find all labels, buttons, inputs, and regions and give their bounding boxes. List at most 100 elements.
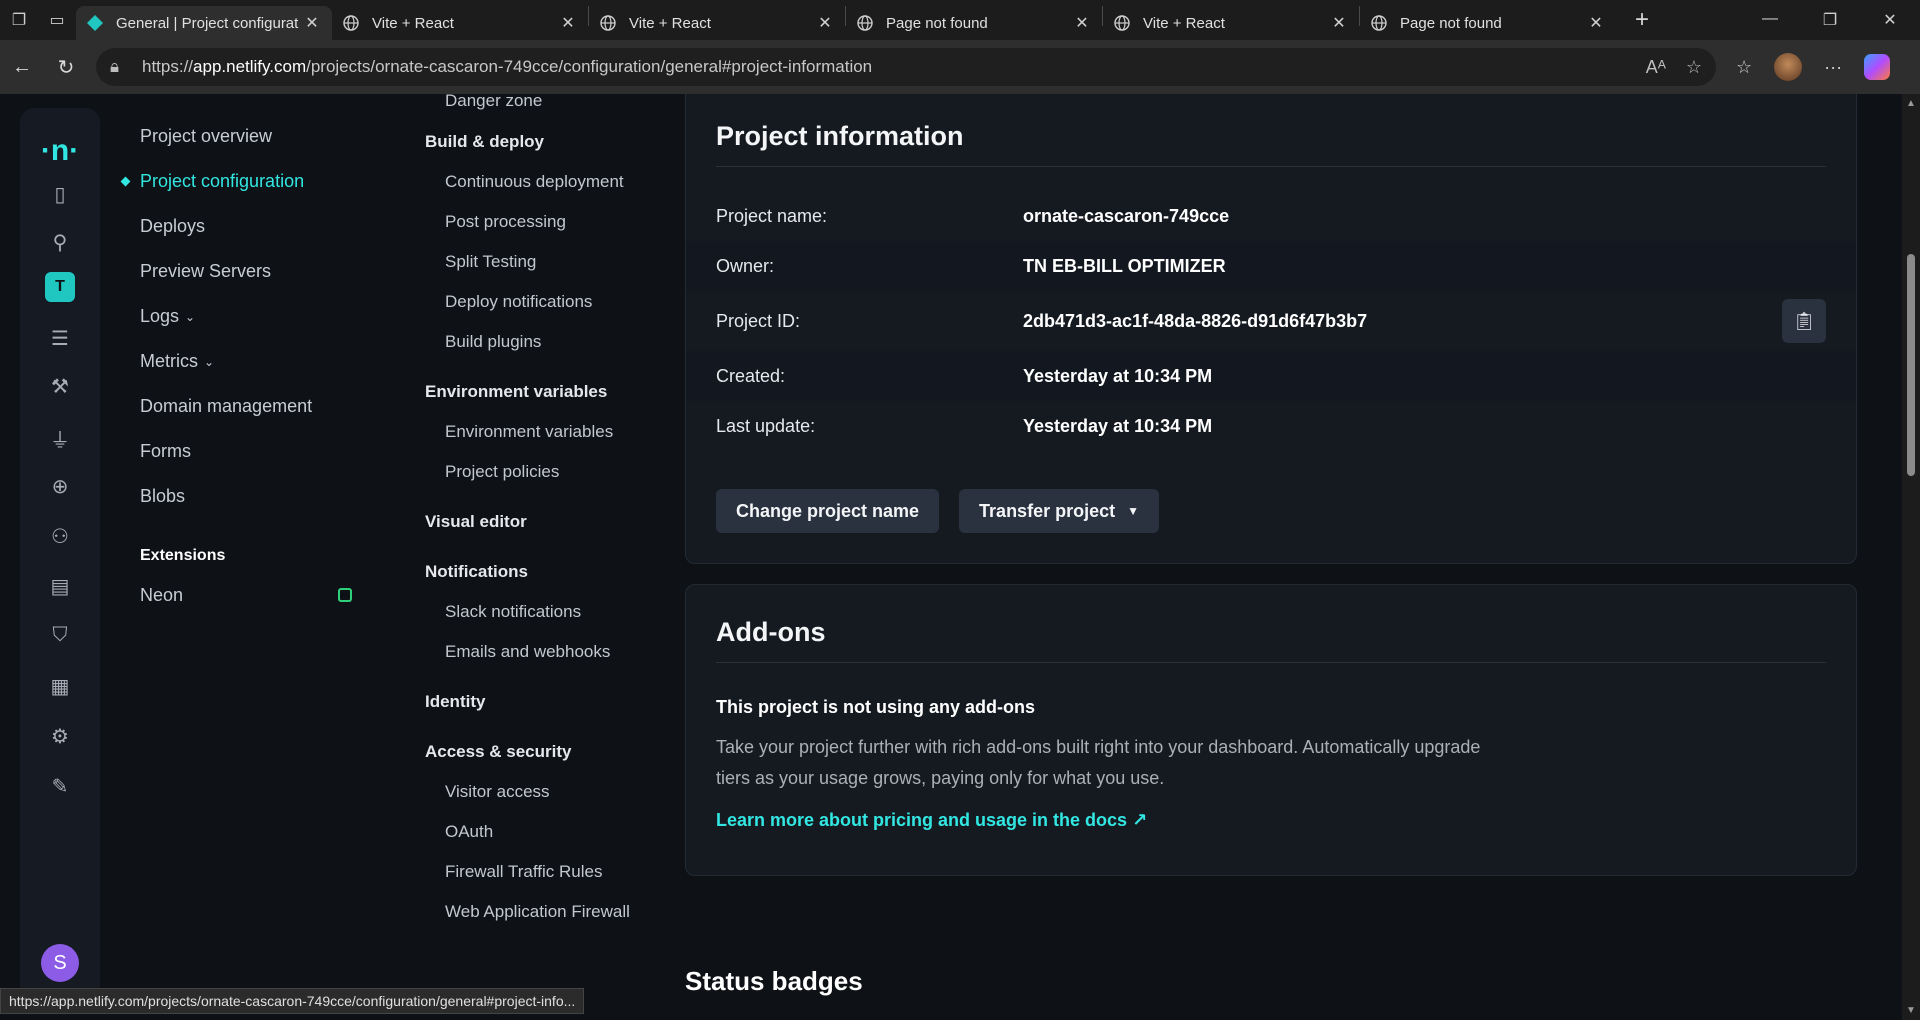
browser-tab[interactable]: General | Project configurat ✕	[76, 6, 332, 40]
builds-icon[interactable]: ⚒	[20, 374, 100, 399]
netlify-icon	[86, 14, 104, 32]
page-scrollbar[interactable]: ▲ ▼	[1902, 94, 1920, 1020]
security-icon[interactable]: ⛉	[20, 624, 100, 647]
browser-tab[interactable]: Vite + React ✕	[589, 6, 845, 40]
user-avatar[interactable]: S	[41, 944, 79, 982]
copy-project-id-button[interactable]: 📋︎	[1782, 299, 1826, 343]
integrations-icon[interactable]: ⏚	[20, 424, 100, 453]
subnav-link-post-processing[interactable]: Post processing	[425, 202, 655, 242]
subnav-link-continuous-deployment[interactable]: Continuous deployment	[425, 162, 655, 202]
subnav-link-danger-zone[interactable]: Danger zone	[425, 94, 655, 112]
tab-title: Vite + React	[372, 14, 454, 32]
scrollbar-thumb[interactable]	[1907, 254, 1915, 476]
subnav-link-project-policies[interactable]: Project policies	[425, 452, 655, 492]
copilot-icon[interactable]	[1864, 54, 1891, 80]
tab-close-icon[interactable]: ✕	[558, 13, 578, 33]
favorites-icon[interactable]: ☆	[1736, 57, 1752, 78]
nav-item-label: Forms	[140, 441, 191, 461]
billing-icon[interactable]: ▦	[20, 674, 100, 699]
nav-item-label: Preview Servers	[140, 261, 272, 281]
scroll-up-icon[interactable]: ▲	[1906, 98, 1916, 109]
subnav-group-access-security[interactable]: Access & security	[425, 732, 655, 772]
globe-icon	[1113, 14, 1131, 32]
sidebar-toggle-icon[interactable]: ▯	[20, 182, 100, 207]
back-icon[interactable]: ←	[0, 56, 44, 79]
browser-tab[interactable]: Vite + React ✕	[332, 6, 588, 40]
more-icon[interactable]: ···	[1824, 57, 1842, 78]
nav-item-deploys[interactable]: Deploys	[120, 204, 360, 249]
addons-card: Add-ons This project is not using any ad…	[685, 584, 1857, 876]
settings-icon[interactable]: ⚙	[20, 724, 100, 749]
nav-item-project-overview[interactable]: Project overview	[120, 114, 360, 159]
addons-title: Add-ons	[716, 585, 1826, 663]
address-bar-row: ← ↻ 🔒︎ https://app.netlify.com/projects/…	[0, 40, 1920, 94]
subnav-group-identity[interactable]: Identity	[425, 682, 655, 722]
netlify-app: ·n· ▯ ⚲ T ☰ ⚒ ⏚ ⊕ ⚇ ▤ ⛉ ▦ ⚙ ✎ S Project …	[0, 94, 1920, 1020]
profile-avatar[interactable]	[1774, 53, 1803, 81]
browser-tab[interactable]: Page not found ✕	[846, 6, 1102, 40]
new-tab-button[interactable]: +	[1622, 6, 1662, 34]
transfer-project-button[interactable]: Transfer project ▼	[959, 489, 1159, 533]
lock-icon[interactable]: 🔒︎	[110, 57, 130, 77]
domains-icon[interactable]: ⊕	[20, 474, 100, 499]
subnav-link-visitor-access[interactable]: Visitor access	[425, 772, 655, 812]
nav-item-logs[interactable]: Logs ⌄	[120, 294, 360, 339]
address-bar[interactable]: 🔒︎ https://app.netlify.com/projects/orna…	[96, 48, 1716, 86]
window-close-icon[interactable]: ✕	[1860, 10, 1920, 30]
nav-item-blobs[interactable]: Blobs	[120, 474, 360, 519]
info-row-project-id: Project ID: 2db471d3-ac1f-48da-8826-d91d…	[686, 291, 1856, 351]
search-icon[interactable]: ⚲	[20, 230, 100, 255]
subnav-group-visual-editor[interactable]: Visual editor	[425, 502, 655, 542]
globe-icon	[342, 14, 360, 32]
read-aloud-icon[interactable]: Aᴬ	[1646, 57, 1666, 78]
subnav-link-slack-notifications[interactable]: Slack notifications	[425, 592, 655, 632]
subnav-group-notifications[interactable]: Notifications	[425, 552, 655, 592]
nav-item-label: Metrics	[140, 351, 198, 371]
nav-item-project-configuration[interactable]: Project configuration	[120, 159, 360, 204]
nav-item-preview-servers[interactable]: Preview Servers	[120, 249, 360, 294]
change-project-name-button[interactable]: Change project name	[716, 489, 940, 533]
tab-close-icon[interactable]: ✕	[815, 13, 835, 33]
tab-title: Vite + React	[629, 14, 711, 32]
favorite-star-icon[interactable]: ☆	[1686, 57, 1702, 78]
audit-log-icon[interactable]: ▤	[20, 574, 100, 599]
subnav-link-web-application-firewall[interactable]: Web Application Firewall	[425, 892, 655, 932]
transfer-project-label: Transfer project	[979, 500, 1116, 521]
browser-tab[interactable]: Vite + React ✕	[1103, 6, 1359, 40]
nav-item-metrics[interactable]: Metrics ⌄	[120, 339, 360, 384]
nav-item-forms[interactable]: Forms	[120, 429, 360, 474]
subnav-link-environment-variables[interactable]: Environment variables	[425, 412, 655, 452]
browser-tab[interactable]: Page not found ✕	[1360, 6, 1616, 40]
nav-item-label: Project configuration	[140, 171, 305, 191]
subnav-group-environment-variables[interactable]: Environment variables	[425, 372, 655, 412]
subnav-link-emails-and-webhooks[interactable]: Emails and webhooks	[425, 632, 655, 672]
main-nav: Project overview Project configuration Dep…	[120, 114, 360, 619]
tab-close-icon[interactable]: ✕	[1586, 13, 1606, 33]
subnav-link-deploy-notifications[interactable]: Deploy notifications	[425, 282, 655, 322]
nav-item-label: Logs	[140, 306, 180, 326]
subnav-group-build-deploy[interactable]: Build & deploy	[425, 122, 655, 162]
edit-icon[interactable]: ✎	[20, 774, 100, 799]
tab-close-icon[interactable]: ✕	[302, 13, 322, 33]
team-avatar[interactable]: T	[45, 272, 75, 302]
subnav-link-firewall-traffic-rules[interactable]: Firewall Traffic Rules	[425, 852, 655, 892]
subnav-link-oauth[interactable]: OAuth	[425, 812, 655, 852]
nav-item-domain-management[interactable]: Domain management	[120, 384, 360, 429]
extension-item-neon[interactable]: Neon	[120, 571, 360, 619]
scroll-down-icon[interactable]: ▼	[1906, 1005, 1916, 1016]
subnav-link-split-testing[interactable]: Split Testing	[425, 242, 655, 282]
members-icon[interactable]: ⚇	[20, 524, 100, 549]
restore-icon[interactable]: ❐	[1800, 10, 1860, 30]
url-text[interactable]: https://app.netlify.com/projects/ornate-…	[142, 57, 1646, 77]
tab-title: Vite + React	[1143, 14, 1225, 32]
netlify-logo-icon[interactable]: ·n·	[20, 134, 100, 168]
tab-close-icon[interactable]: ✕	[1072, 13, 1092, 33]
subnav-link-build-plugins[interactable]: Build plugins	[425, 322, 655, 362]
refresh-icon[interactable]: ↻	[44, 55, 88, 80]
minimize-icon[interactable]: —	[1740, 10, 1800, 30]
tab-close-icon[interactable]: ✕	[1329, 13, 1349, 33]
workspaces-icon[interactable]: ❐	[0, 0, 38, 40]
pricing-docs-link[interactable]: Learn more about pricing and usage in th…	[716, 810, 1826, 875]
projects-icon[interactable]: ☰	[20, 326, 100, 351]
vertical-tabs-icon[interactable]: ▭	[38, 0, 76, 40]
